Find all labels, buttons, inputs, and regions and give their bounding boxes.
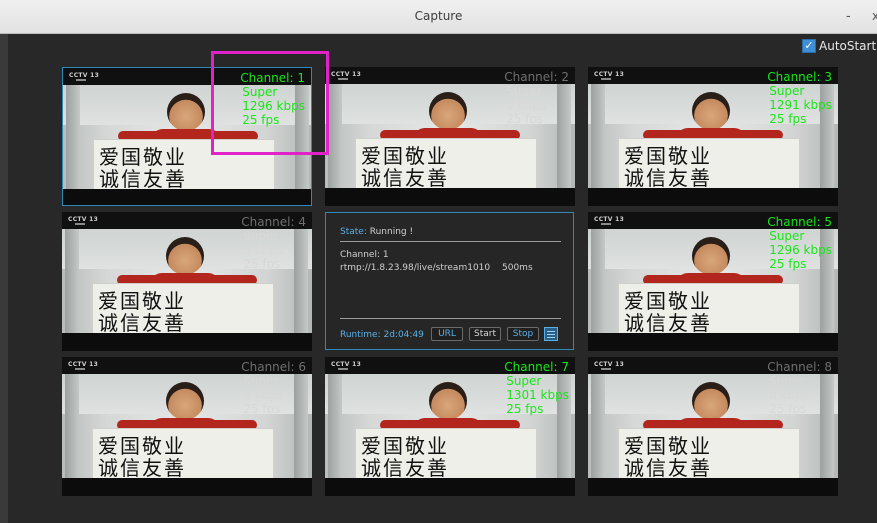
state-value: Running !	[369, 227, 414, 237]
calligraphy-line-2: 诚信友善	[98, 456, 186, 480]
bitrate-label: 1291 kbps	[769, 98, 832, 112]
panel-channel: Channel: 1	[340, 250, 389, 260]
quality-label: Super	[769, 84, 805, 98]
calligraphy-line-2: 诚信友善	[624, 311, 712, 335]
checkmark-icon[interactable]: ✓	[802, 39, 816, 53]
bitrate-label: 0 kbps	[243, 243, 284, 257]
quality-label: Super	[769, 374, 805, 388]
channel-info: Channel: 7 Super 1301 kbps 25 fps	[504, 360, 569, 416]
url-button[interactable]: URL	[431, 327, 463, 341]
channel-tile-4[interactable]: CCTV 13 爱国敬业 诚信友善 Channel: 4 Super 0 kbp…	[62, 212, 312, 351]
cctv-logo: CCTV 13	[69, 72, 100, 79]
channel-label: Channel: 8	[767, 360, 832, 374]
cctv-logo: CCTV 13	[68, 216, 99, 223]
bitrate-label: 0 kbps	[506, 98, 547, 112]
channel-info: Channel: 5 Super 1296 kbps 25 fps	[767, 215, 832, 271]
settings-icon[interactable]	[544, 327, 558, 341]
highlight-box	[211, 51, 329, 155]
quality-label: Super	[506, 374, 542, 388]
quality-label: Super	[769, 229, 805, 243]
cctv-logo: CCTV 13	[594, 361, 625, 368]
bitrate-label: 0 kbps	[769, 388, 810, 402]
fps-label: 25 fps	[769, 257, 807, 271]
bitrate-label: 1296 kbps	[769, 243, 832, 257]
fps-label: 25 fps	[769, 402, 807, 416]
channel-tile-7[interactable]: CCTV 13 爱国敬业 诚信友善 Channel: 7 Super 1301 …	[325, 357, 575, 496]
fps-label: 25 fps	[506, 402, 544, 416]
cctv-logo: CCTV 13	[594, 71, 625, 78]
autostart-label: AutoStart	[819, 39, 877, 53]
minimize-button[interactable]: -	[846, 9, 851, 24]
window-title: Capture	[414, 9, 463, 23]
start-button[interactable]: Start	[469, 327, 501, 341]
quality-label: Super	[506, 84, 542, 98]
channel-tile-2[interactable]: CCTV 13 爱国敬业 诚信友善 Channel: 2 Super 0 kbp…	[325, 67, 575, 206]
runtime-label: Runtime: 2d:04:49	[340, 330, 424, 340]
fps-label: 25 fps	[243, 257, 281, 271]
cctv-logo: CCTV 13	[331, 361, 362, 368]
status-panel: State: Running ! Channel: 1 rtmp://1.8.2…	[325, 212, 574, 350]
stop-button[interactable]: Stop	[507, 327, 539, 341]
calligraphy-line-2: 诚信友善	[99, 167, 187, 191]
channel-tile-3[interactable]: CCTV 13 爱国敬业 诚信友善 Channel: 3 Super 1291 …	[588, 67, 838, 206]
channel-info: Channel: 3 Super 1291 kbps 25 fps	[767, 70, 832, 126]
channel-label: Channel: 7	[504, 360, 569, 374]
channel-tile-6[interactable]: CCTV 13 爱国敬业 诚信友善 Channel: 6 Super 0 kbp…	[62, 357, 312, 496]
channel-info: Channel: 8 Super 0 kbps 25 fps	[767, 360, 832, 416]
fps-label: 25 fps	[243, 402, 281, 416]
close-button[interactable]: x	[872, 9, 877, 23]
channel-label: Channel: 4	[241, 215, 306, 229]
autostart-checkbox[interactable]: ✓ AutoStart	[802, 38, 876, 54]
calligraphy-line-2: 诚信友善	[361, 166, 449, 190]
channel-info: Channel: 4 Super 0 kbps 25 fps	[241, 215, 306, 271]
quality-label: Super	[243, 229, 279, 243]
channel-info: Channel: 2 Super 0 kbps 25 fps	[504, 70, 569, 126]
divider	[340, 241, 561, 242]
channel-tile-8[interactable]: CCTV 13 爱国敬业 诚信友善 Channel: 8 Super 0 kbp…	[588, 357, 838, 496]
stream-url: rtmp://1.8.23.98/live/stream1010	[340, 263, 491, 273]
state-key: State:	[340, 227, 367, 237]
cctv-logo: CCTV 13	[594, 216, 625, 223]
calligraphy-line-2: 诚信友善	[624, 166, 712, 190]
fps-label: 25 fps	[769, 112, 807, 126]
channel-info: Channel: 6 Super 0 kbps 25 fps	[241, 360, 306, 416]
bitrate-label: 1301 kbps	[506, 388, 569, 402]
bitrate-label: 0 kbps	[243, 388, 284, 402]
divider	[340, 318, 561, 319]
channel-label: Channel: 3	[767, 70, 832, 84]
calligraphy-line-2: 诚信友善	[361, 456, 449, 480]
calligraphy-line-2: 诚信友善	[98, 311, 186, 335]
channel-label: Channel: 2	[504, 70, 569, 84]
state-line: State: Running !	[340, 227, 413, 237]
channel-tile-5[interactable]: CCTV 13 爱国敬业 诚信友善 Channel: 5 Super 1296 …	[588, 212, 838, 351]
quality-label: Super	[243, 374, 279, 388]
channel-label: Channel: 6	[241, 360, 306, 374]
fps-label: 25 fps	[506, 112, 544, 126]
calligraphy-line-2: 诚信友善	[624, 456, 712, 480]
channel-label: Channel: 5	[767, 215, 832, 229]
latency-value: 500ms	[502, 263, 533, 273]
cctv-logo: CCTV 13	[68, 361, 99, 368]
title-bar: Capture - x	[0, 0, 877, 34]
cctv-logo: CCTV 13	[331, 71, 362, 78]
